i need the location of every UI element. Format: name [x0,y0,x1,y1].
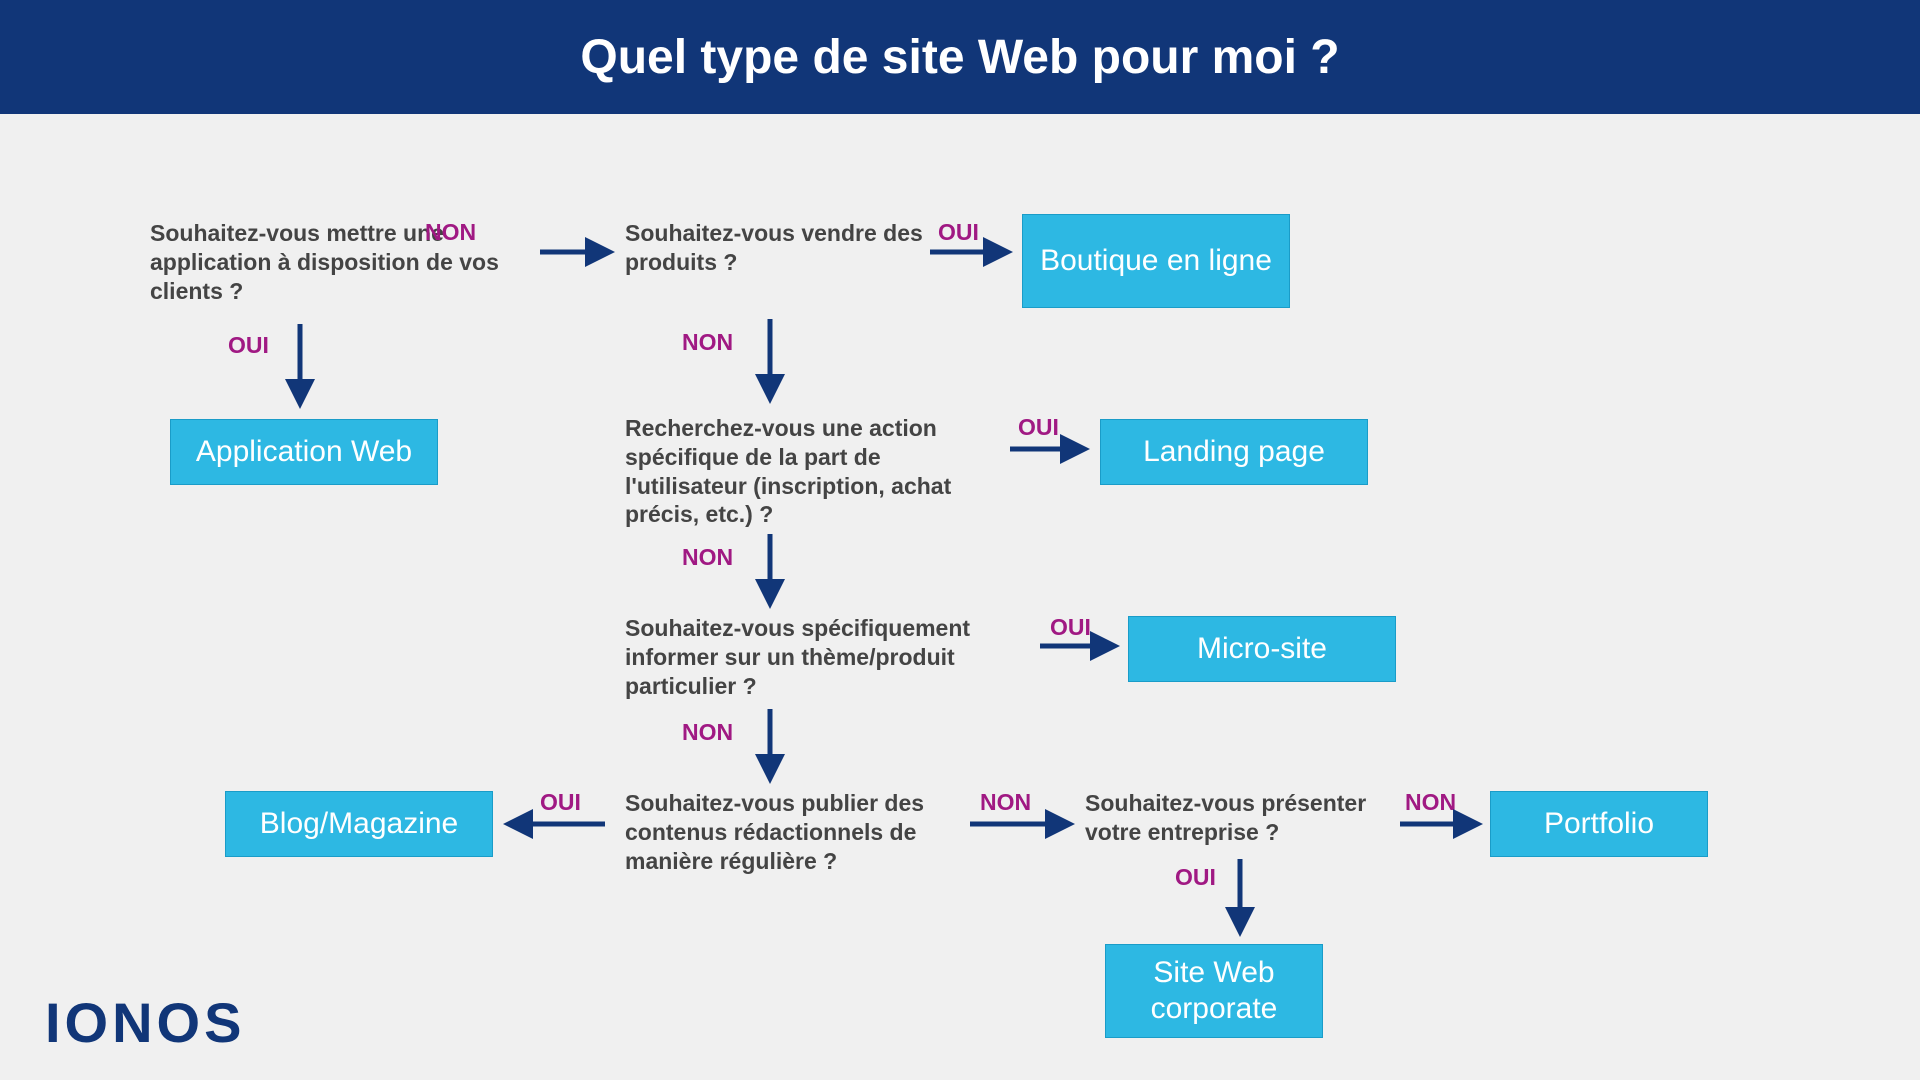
question-sell: Souhaitez-vous vendre des produits ? [625,219,925,277]
label-no-3: NON [682,544,733,571]
label-no-5: NON [980,789,1031,816]
result-webapp: Application Web [170,419,438,485]
result-microsite: Micro-site [1128,616,1396,682]
question-inform: Souhaitez-vous spécifiquement informer s… [625,614,985,700]
question-company: Souhaitez-vous présenter votre entrepris… [1085,789,1405,847]
label-no-6: NON [1405,789,1456,816]
question-publish: Souhaitez-vous publier des contenus réda… [625,789,945,875]
label-no-4: NON [682,719,733,746]
result-shop: Boutique en ligne [1022,214,1290,308]
result-landing: Landing page [1100,419,1368,485]
header-banner: Quel type de site Web pour moi ? [0,0,1920,114]
result-portfolio: Portfolio [1490,791,1708,857]
label-no-2: NON [682,329,733,356]
label-yes-3: OUI [1018,414,1059,441]
label-no-1: NON [425,219,476,246]
result-corporate: Site Web corporate [1105,944,1323,1038]
flowchart-canvas: Souhaitez-vous mettre une application à … [0,114,1920,1080]
page-title: Quel type de site Web pour moi ? [580,30,1339,85]
label-yes-5: OUI [540,789,581,816]
label-yes-4: OUI [1050,614,1091,641]
label-yes-1: OUI [228,332,269,359]
brand-logo: IONOS [45,990,245,1055]
question-action: Recherchez-vous une action spécifique de… [625,414,955,529]
label-yes-6: OUI [1175,864,1216,891]
result-blog: Blog/Magazine [225,791,493,857]
label-yes-2: OUI [938,219,979,246]
